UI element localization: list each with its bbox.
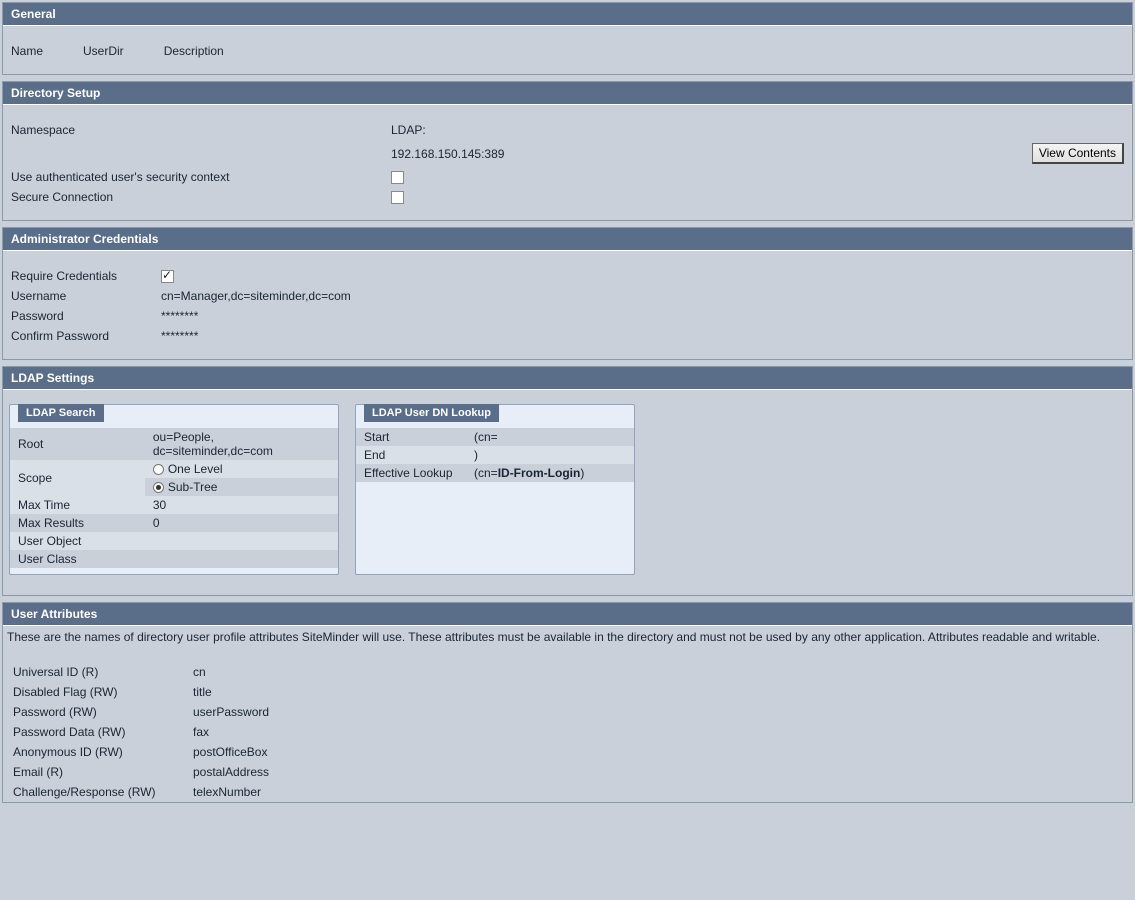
lookup-effective-label: Effective Lookup — [356, 464, 466, 482]
user-attribute-label: Disabled Flag (RW) — [13, 685, 193, 699]
secure-conn-checkbox[interactable] — [391, 191, 404, 204]
namespace-label: Namespace — [11, 123, 391, 137]
root-value: ou=People, dc=siteminder,dc=com — [145, 428, 338, 460]
lookup-end-value: ) — [466, 446, 634, 464]
directory-setup-header: Directory Setup — [3, 82, 1132, 105]
user-attribute-value: userPassword — [193, 705, 269, 719]
lookup-end-label: End — [356, 446, 466, 464]
username-label: Username — [11, 289, 161, 303]
scope-one-level-option[interactable]: One Level — [145, 460, 338, 478]
user-attributes-description: These are the names of directory user pr… — [5, 626, 1130, 662]
ldap-lookup-title: LDAP User DN Lookup — [364, 404, 499, 422]
name-label: Name — [11, 44, 43, 58]
ldap-settings-section: LDAP Settings LDAP Search Root ou=People… — [2, 366, 1133, 596]
ldap-settings-header: LDAP Settings — [3, 367, 1132, 390]
general-section: General Name UserDir Description — [2, 2, 1133, 75]
user-attribute-value: postalAddress — [193, 765, 269, 779]
user-class-value — [145, 550, 338, 568]
user-attribute-value: title — [193, 685, 212, 699]
password-value: ******** — [161, 309, 198, 323]
user-object-value — [145, 532, 338, 550]
namespace-value: LDAP: — [391, 123, 426, 137]
ldap-lookup-panel: LDAP User DN Lookup Start (cn= End ) Eff… — [355, 404, 635, 575]
user-attribute-label: Email (R) — [13, 765, 193, 779]
user-attribute-row: Password Data (RW)fax — [5, 722, 1130, 742]
user-attribute-value: cn — [193, 665, 206, 679]
general-labels-row: Name UserDir Description — [11, 44, 1124, 58]
user-attribute-row: Disabled Flag (RW)title — [5, 682, 1130, 702]
auth-context-label: Use authenticated user's security contex… — [11, 170, 391, 184]
lookup-effective-value: (cn=ID-From-Login) — [466, 464, 634, 482]
user-attribute-label: Anonymous ID (RW) — [13, 745, 193, 759]
user-attribute-label: Password Data (RW) — [13, 725, 193, 739]
user-attribute-value: fax — [193, 725, 209, 739]
server-value: 192.168.150.145:389 — [391, 147, 504, 161]
user-attribute-row: Universal ID (R)cn — [5, 662, 1130, 682]
user-attribute-row: Email (R)postalAddress — [5, 762, 1130, 782]
user-attribute-label: Challenge/Response (RW) — [13, 785, 193, 799]
description-label: Description — [164, 44, 224, 58]
user-attribute-label: Password (RW) — [13, 705, 193, 719]
user-attribute-row: Challenge/Response (RW)telexNumber — [5, 782, 1130, 802]
user-attribute-label: Universal ID (R) — [13, 665, 193, 679]
view-contents-button[interactable]: View Contents — [1032, 143, 1124, 164]
lookup-start-label: Start — [356, 428, 466, 446]
max-results-value: 0 — [145, 514, 338, 532]
confirm-password-label: Confirm Password — [11, 329, 161, 343]
ldap-search-title: LDAP Search — [18, 404, 104, 422]
max-time-label: Max Time — [10, 496, 145, 514]
user-attributes-section: User Attributes These are the names of d… — [2, 602, 1133, 803]
password-label: Password — [11, 309, 161, 323]
directory-setup-section: Directory Setup Namespace LDAP: 192.168.… — [2, 81, 1133, 221]
max-results-label: Max Results — [10, 514, 145, 532]
confirm-password-value: ******** — [161, 329, 198, 343]
user-attribute-row: Anonymous ID (RW)postOfficeBox — [5, 742, 1130, 762]
admin-creds-header: Administrator Credentials — [3, 228, 1132, 251]
userdir-label: UserDir — [83, 44, 124, 58]
user-class-label: User Class — [10, 550, 145, 568]
lookup-start-value: (cn= — [466, 428, 634, 446]
require-creds-label: Require Credentials — [11, 269, 161, 283]
general-header: General — [3, 3, 1132, 26]
auth-context-checkbox[interactable] — [391, 171, 404, 184]
scope-sub-tree-option[interactable]: Sub-Tree — [145, 478, 338, 496]
user-attributes-header: User Attributes — [3, 603, 1132, 626]
require-creds-checkbox[interactable] — [161, 270, 174, 283]
user-attribute-value: postOfficeBox — [193, 745, 267, 759]
max-time-value: 30 — [145, 496, 338, 514]
root-label: Root — [10, 428, 145, 460]
ldap-search-panel: LDAP Search Root ou=People, dc=siteminde… — [9, 404, 339, 575]
admin-creds-section: Administrator Credentials Require Creden… — [2, 227, 1133, 360]
user-attribute-row: Password (RW)userPassword — [5, 702, 1130, 722]
scope-label: Scope — [10, 460, 145, 496]
user-attribute-value: telexNumber — [193, 785, 261, 799]
user-object-label: User Object — [10, 532, 145, 550]
secure-conn-label: Secure Connection — [11, 190, 391, 204]
username-value: cn=Manager,dc=siteminder,dc=com — [161, 289, 351, 303]
